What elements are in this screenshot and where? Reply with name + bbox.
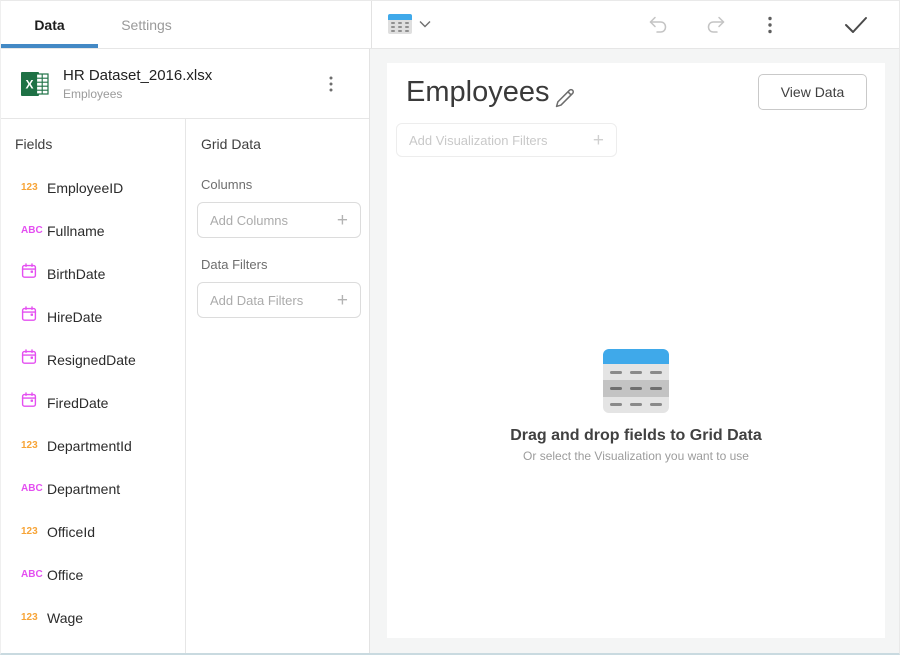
field-item-fullname[interactable]: 123 ABC Fullname [1,209,185,252]
redo-icon [704,13,728,37]
tab-data[interactable]: Data [1,1,98,48]
field-item-office[interactable]: 123 ABC Office [1,553,185,596]
visualization-card: Employees View Data Add Visualization Fi… [387,63,885,638]
field-label: ResignedDate [47,352,136,368]
field-label: Office [47,567,83,583]
tab-settings[interactable]: Settings [98,1,195,48]
visualization-filters-placeholder: Add Visualization Filters [409,133,548,148]
add-columns-dropzone[interactable]: Add Columns + [197,202,361,238]
edit-title-button[interactable] [552,85,578,116]
top-toolbar: Data Settings [1,1,899,49]
calendar-icon [21,392,47,413]
datasource-menu-button[interactable] [319,72,343,101]
add-data-filters-placeholder: Add Data Filters [210,293,303,308]
field-item-fireddate[interactable]: 123 ABC FiredDate [1,381,185,424]
field-item-officeid[interactable]: 123 ABC OfficeId [1,510,185,553]
visualization-title: Employees [406,76,549,109]
field-item-departmentid[interactable]: 123 ABC DepartmentId [1,424,185,467]
number-badge: 123 [21,440,47,451]
field-label: EmployeeID [47,180,123,196]
add-visualization-filters-dropzone[interactable]: Add Visualization Filters + [396,123,617,157]
plus-icon: + [593,131,604,150]
redo-button[interactable] [704,13,728,37]
calendar-icon [21,263,47,284]
text-badge: ABC [21,225,47,236]
fields-panel: Fields 123 ABC EmployeeID 123 ABC [1,119,186,653]
field-item-resigneddate[interactable]: 123 ABC ResignedDate [1,338,185,381]
grid-data-panel: Grid Data Columns Add Columns + Data Fil… [186,119,369,653]
field-label: FiredDate [47,395,108,411]
kebab-icon [758,13,782,37]
datasource-header: X HR Dataset_2016.xlsx Employees [1,49,369,119]
field-label: OfficeId [47,524,95,540]
svg-text:X: X [25,77,33,91]
field-label: BirthDate [47,266,105,282]
calendar-icon [21,349,47,370]
number-badge: 123 [21,612,47,623]
tab-data-label: Data [34,17,64,33]
view-data-button[interactable]: View Data [758,74,867,110]
data-source-panel: X HR Dataset_2016.xlsx Employees Fields … [1,49,370,653]
tab-strip: Data Settings [1,1,371,48]
chevron-down-icon [419,15,431,33]
overflow-menu-button[interactable] [758,13,782,37]
field-label: Wage [47,610,83,626]
app-window: Data Settings [0,0,900,655]
field-item-employeeid[interactable]: 123 ABC EmployeeID [1,166,185,209]
excel-icon: X [20,69,50,99]
field-item-hiredate[interactable]: 123 ABC HireDate [1,295,185,338]
field-item-wage[interactable]: 123 ABC Wage [1,596,185,639]
tab-settings-label: Settings [121,17,172,33]
empty-state-title: Drag and drop fields to Grid Data [387,427,885,445]
text-badge: ABC [21,483,47,494]
add-data-filters-dropzone[interactable]: Add Data Filters + [197,282,361,318]
plus-icon: + [337,291,348,310]
active-tab-indicator [1,44,98,48]
toolbar-actions [371,1,899,48]
add-columns-placeholder: Add Columns [210,213,288,228]
field-label: HireDate [47,309,102,325]
field-item-department[interactable]: 123 ABC Department [1,467,185,510]
number-badge: 123 [21,182,47,193]
datasource-sheet: Employees [63,87,212,101]
grid-placeholder-icon [603,349,669,413]
datasource-name: HR Dataset_2016.xlsx [63,67,212,84]
field-label: DepartmentId [47,438,132,454]
calendar-icon [21,306,47,327]
empty-state-subtitle: Or select the Visualization you want to … [387,449,885,463]
columns-section-label: Columns [201,177,369,192]
undo-icon [646,13,670,37]
save-confirm-button[interactable] [842,12,870,36]
undo-button[interactable] [646,13,670,37]
fields-header: Fields [1,119,185,152]
plus-icon: + [337,211,348,230]
checkmark-icon [842,12,870,38]
editor-background: Employees View Data Add Visualization Fi… [370,49,899,653]
fields-list: 123 ABC EmployeeID 123 ABC Fullname [1,166,185,639]
kebab-icon [319,72,343,96]
visualization-type-picker[interactable] [388,14,431,34]
number-badge: 123 [21,526,47,537]
grid-data-header: Grid Data [186,119,369,152]
pencil-icon [552,85,578,111]
empty-state: Drag and drop fields to Grid Data Or sel… [387,349,885,463]
field-label: Fullname [47,223,105,239]
field-item-birthdate[interactable]: 123 ABC BirthDate [1,252,185,295]
data-filters-section-label: Data Filters [201,257,369,272]
grid-visualization-icon [388,14,412,34]
field-label: Department [47,481,120,497]
text-badge: ABC [21,569,47,580]
